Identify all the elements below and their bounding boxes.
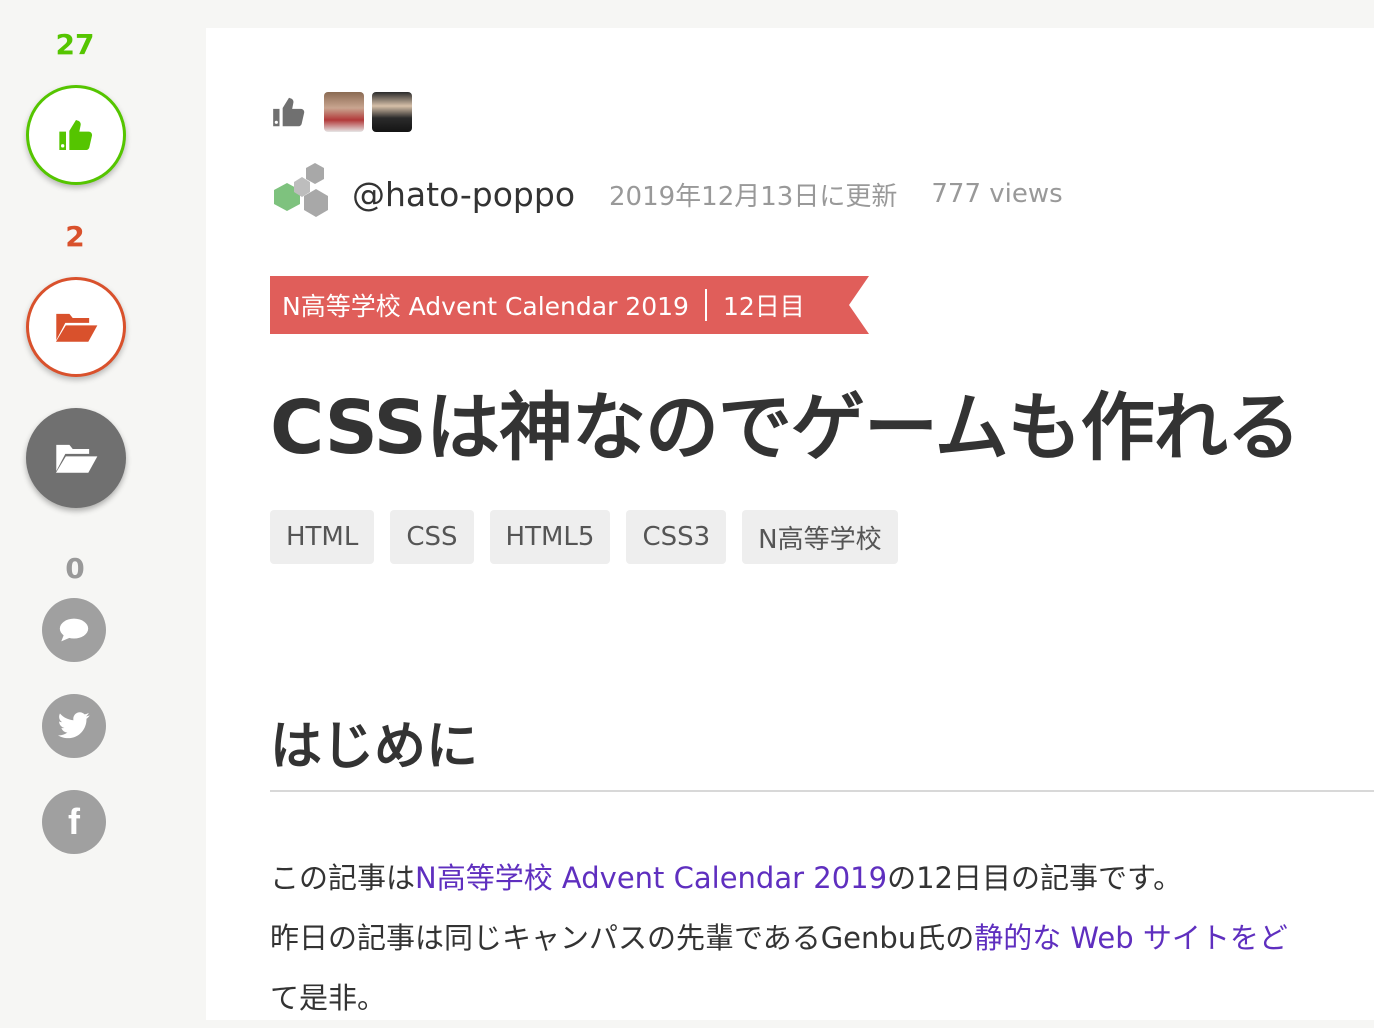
twitter-share-button[interactable]: [42, 694, 106, 758]
text-run: 昨日の記事は同じキャンパスの先輩であるGenbu氏の: [270, 921, 975, 955]
article-title: CSSは神なのでゲームも作れる: [270, 385, 1301, 471]
article-body: この記事はN高等学校 Advent Calendar 2019の12日目の記事で…: [270, 848, 1374, 1028]
thumbs-up-icon: [59, 120, 93, 150]
previous-article-link[interactable]: 静的な Web サイトをど: [974, 921, 1288, 955]
author-avatar[interactable]: [270, 161, 336, 227]
thumbs-up-icon: [273, 97, 305, 127]
twitter-icon: [57, 712, 90, 739]
advent-calendar-name[interactable]: N高等学校 Advent Calendar 2019: [282, 287, 689, 323]
tag-css3[interactable]: CSS3: [626, 510, 727, 564]
tag-n-high-school[interactable]: N高等学校: [742, 510, 898, 564]
likers-row: [270, 92, 412, 132]
author-row: @hato-poppo 2019年12月13日に更新 777 views: [270, 160, 1063, 228]
heading-divider: [270, 790, 1374, 792]
folder-button[interactable]: [26, 408, 126, 508]
paragraph: て是非。: [270, 981, 387, 1015]
view-count: 777 views: [931, 179, 1063, 209]
paragraph: 昨日の記事は同じキャンパスの先輩であるGenbu氏の静的な Web サイトをど: [270, 908, 1374, 968]
like-button[interactable]: [26, 85, 126, 185]
facebook-share-button[interactable]: f: [42, 790, 106, 854]
divider: [704, 289, 707, 321]
stock-count: 2: [65, 220, 85, 253]
advent-calendar-banner[interactable]: N高等学校 Advent Calendar 2019 12日目: [270, 276, 869, 334]
text-run: この記事は: [270, 861, 416, 895]
tag-html[interactable]: HTML: [270, 510, 375, 564]
section-heading: はじめに: [270, 717, 479, 777]
comment-count: 0: [65, 552, 85, 585]
liker-avatar[interactable]: [372, 92, 412, 132]
like-count: 27: [55, 28, 95, 61]
updated-date: 2019年12月13日に更新: [609, 181, 898, 212]
author-name[interactable]: @hato-poppo: [352, 175, 575, 214]
paragraph: この記事はN高等学校 Advent Calendar 2019の12日目の記事で…: [270, 848, 1374, 908]
text-run: の12日目の記事です。: [887, 861, 1183, 895]
comment-button[interactable]: [42, 598, 106, 662]
folder-open-icon: [55, 313, 98, 342]
article: @hato-poppo 2019年12月13日に更新 777 views N高等…: [206, 28, 1374, 1020]
tag-html5[interactable]: HTML5: [489, 510, 611, 564]
folder-open-icon: [55, 444, 98, 473]
comment-icon: [59, 618, 89, 642]
advent-day: 12日目: [722, 292, 805, 321]
advent-calendar-link[interactable]: N高等学校 Advent Calendar 2019: [415, 861, 887, 895]
liker-avatar[interactable]: [324, 92, 364, 132]
tag-list: HTML CSS HTML5 CSS3 N高等学校: [270, 510, 914, 564]
stock-button[interactable]: [26, 277, 126, 377]
tag-css[interactable]: CSS: [390, 510, 474, 564]
facebook-icon: f: [68, 801, 80, 842]
ribbon-tail: [804, 276, 869, 334]
action-sidebar: 27 2 0 f: [0, 0, 206, 1020]
